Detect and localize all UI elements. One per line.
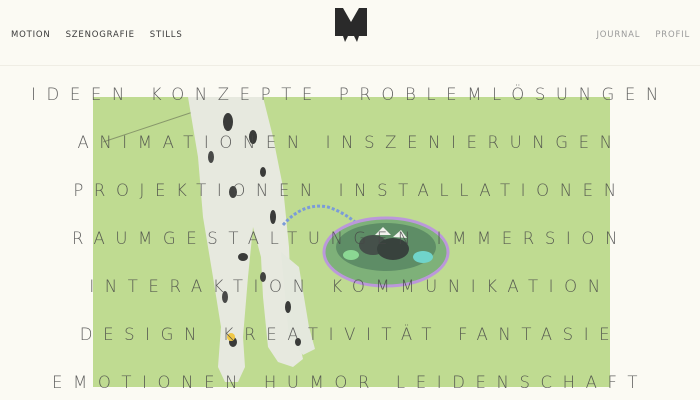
keyword-line: INTERAKTION KOMMUNIKATION: [89, 277, 611, 296]
header: MOTION SZENOGRAFIE STILLS JOURNAL PROFIL: [0, 0, 700, 66]
keyword-line: EMOTIONEN HUMOR LEIDENSCHAFT: [51, 373, 649, 392]
nav-link-motion[interactable]: MOTION: [11, 30, 51, 40]
keyword-line: IDEEN KONZEPTE PROBLEMLÖSUNGEN: [31, 85, 669, 104]
secondary-nav: JOURNAL PROFIL: [597, 30, 691, 40]
nav-link-profil[interactable]: PROFIL: [655, 30, 690, 40]
keyword-line: RAUMGESTALTUNGEN IMMERSION: [72, 229, 628, 248]
nav-link-journal[interactable]: JOURNAL: [597, 30, 641, 40]
nav-link-szenografie[interactable]: SZENOGRAFIE: [66, 30, 135, 40]
keyword-line: ANIMATIONEN INSZENIERUNGEN: [77, 133, 623, 152]
keyword-line: PROJEKTIONEN INSTALLATIONEN: [73, 181, 627, 200]
main-nav: MOTION SZENOGRAFIE STILLS: [11, 30, 183, 40]
nav-link-stills[interactable]: STILLS: [150, 30, 183, 40]
keyword-line: DESIGN KREATIVITÄT FANTASIE: [79, 325, 621, 344]
page: MOTION SZENOGRAFIE STILLS JOURNAL PROFIL: [0, 0, 700, 400]
m-logo-icon[interactable]: [335, 8, 367, 42]
